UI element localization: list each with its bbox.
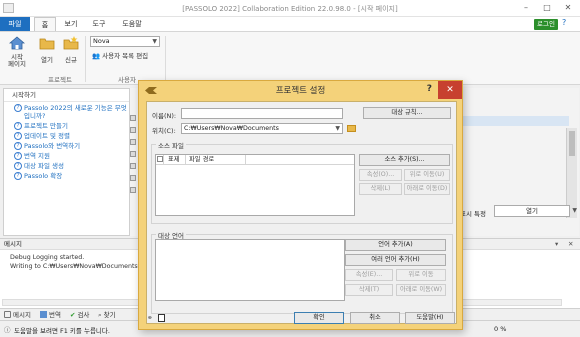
- add-language-button[interactable]: 언어 추가(A): [345, 239, 446, 251]
- page-icon[interactable]: [158, 314, 165, 322]
- start-link-generate-target[interactable]: ? 대상 파일 생성: [14, 162, 129, 170]
- source-list-header: 표제 파일 경로: [156, 155, 354, 165]
- add-multiple-languages-button[interactable]: 여러 언어 추가(H): [345, 254, 446, 266]
- dialog-body: 이름(N): 대상 규칙... 위치(C): C:₩Users₩Nova₩Doc…: [146, 101, 457, 324]
- help-circle-icon: ?: [14, 172, 22, 180]
- start-link-translate[interactable]: ? Passolo와 번역하기: [14, 142, 129, 150]
- tab-help[interactable]: 도움말: [118, 17, 146, 31]
- help-circle-icon: ?: [14, 142, 22, 150]
- column-title[interactable]: 표제: [165, 155, 186, 165]
- language-move-down-button[interactable]: 아래로 이동(W): [396, 284, 446, 296]
- project-settings-dialog: 프로젝트 설정 ? ✕ 이름(N): 대상 규칙... 위치(C): C:₩Us…: [138, 80, 463, 330]
- start-link-translation-support[interactable]: ? 번역 지원: [14, 152, 129, 160]
- home-icon: [8, 36, 26, 50]
- project-group-label: 프로젝트: [48, 76, 72, 84]
- status-hint: 도움말을 보려면 F1 키를 누릅니다.: [14, 327, 110, 335]
- name-label: 이름(N):: [152, 112, 177, 120]
- window-title: [PASSOLO 2022] Collaboration Edition 22.…: [182, 5, 398, 13]
- language-move-up-button[interactable]: 위로 이동: [396, 269, 446, 281]
- tab-home[interactable]: 홈: [34, 17, 56, 31]
- status-info-icon: ⓘ: [4, 326, 11, 334]
- help-icon[interactable]: ?: [562, 18, 572, 28]
- ribbon: 시작 페이지 열기 신규 프로젝트 Nova ▼ 👥 사용자 목록 편집 사용자: [0, 31, 580, 85]
- start-page-button[interactable]: 시작 페이지: [4, 36, 30, 68]
- chevron-down-icon: ▼: [152, 38, 157, 45]
- help-circle-icon: ?: [14, 122, 22, 130]
- chevron-down-icon: ▼: [572, 207, 577, 214]
- select-all-checkbox[interactable]: [156, 155, 164, 165]
- help-circle-icon: ?: [14, 132, 22, 140]
- help-circle-icon: ?: [14, 162, 22, 170]
- new-button[interactable]: 신규: [60, 36, 82, 64]
- show-select[interactable]: 열기 ▼: [494, 205, 577, 217]
- login-button[interactable]: 로그인: [534, 19, 558, 30]
- source-files-list[interactable]: 표제 파일 경로: [155, 154, 355, 216]
- source-properties-button[interactable]: 속성(O)...: [359, 169, 402, 181]
- row-markers: [130, 115, 136, 205]
- dialog-help-button[interactable]: 도움말(H): [405, 312, 455, 324]
- tab-tools[interactable]: 도구: [88, 17, 110, 31]
- source-move-up-button[interactable]: 위로 이동(U): [404, 169, 450, 181]
- user-select-value: Nova: [93, 37, 110, 45]
- ribbon-separator: [165, 36, 166, 82]
- help-circle-icon: ?: [14, 104, 22, 112]
- target-languages-list[interactable]: [155, 239, 345, 301]
- location-select[interactable]: C:₩Users₩Nova₩Documents ▼: [181, 123, 343, 134]
- source-delete-button[interactable]: 삭제(L): [359, 183, 402, 195]
- target-rules-button[interactable]: 대상 규칙...: [363, 107, 451, 119]
- user-list-edit-label: 사용자 목록 편집: [102, 52, 149, 60]
- pin-icon[interactable]: ▾: [555, 240, 558, 248]
- maximize-icon[interactable]: □: [540, 3, 554, 12]
- title-bar: [PASSOLO 2022] Collaboration Edition 22.…: [0, 0, 580, 17]
- source-files-label: 소스 파일: [156, 140, 186, 150]
- cancel-button[interactable]: 취소: [350, 312, 400, 324]
- find-icon: ⌕: [98, 311, 102, 319]
- start-link-create-project[interactable]: ? 프로젝트 만들기: [14, 122, 129, 130]
- user-list-edit-button[interactable]: 👥 사용자 목록 편집: [92, 50, 148, 60]
- tab-view[interactable]: 보기: [60, 17, 82, 31]
- ribbon-separator: [85, 36, 86, 82]
- open-folder-icon: [39, 38, 55, 50]
- dialog-close-button[interactable]: ✕: [438, 81, 462, 99]
- new-project-icon: [63, 36, 79, 50]
- project-name-input[interactable]: [181, 108, 343, 119]
- start-link-update-align[interactable]: ? 업데이트 및 정렬: [14, 132, 129, 140]
- open-button[interactable]: 열기: [36, 36, 58, 64]
- link-icon[interactable]: ⚭: [147, 314, 153, 322]
- start-link-extend[interactable]: ? Passolo 확장: [14, 172, 129, 180]
- start-page-label: 시작 페이지: [8, 53, 26, 68]
- status-progress: 0 %: [494, 325, 507, 333]
- users-icon: 👥: [92, 52, 101, 60]
- show-label: 표시 특정: [460, 210, 486, 218]
- add-source-button[interactable]: 소스 추가(S)...: [359, 154, 450, 166]
- close-icon[interactable]: ✕: [561, 3, 575, 12]
- new-label: 신규: [65, 56, 77, 64]
- start-link-whats-new[interactable]: ? Passolo 2022의 새로운 기능은 무엇입니까?: [14, 104, 129, 120]
- check-icon: ✔: [70, 311, 76, 319]
- dialog-title: 프로젝트 설정: [275, 86, 326, 96]
- start-panel-header: 시작하기: [4, 89, 129, 102]
- dialog-help-icon[interactable]: ?: [427, 84, 432, 94]
- language-properties-button[interactable]: 속성(E)...: [345, 269, 393, 281]
- location-value: C:₩Users₩Nova₩Documents: [184, 125, 279, 132]
- open-label: 열기: [41, 56, 53, 64]
- help-circle-icon: ?: [14, 152, 22, 160]
- close-panel-icon[interactable]: ✕: [568, 240, 573, 248]
- chevron-down-icon: ▼: [335, 125, 340, 132]
- browse-folder-icon[interactable]: [347, 125, 356, 132]
- selected-row-highlight: [462, 116, 569, 126]
- translate-icon: [40, 311, 47, 318]
- minimize-icon[interactable]: –: [519, 3, 533, 12]
- language-delete-button[interactable]: 삭제(T): [345, 284, 393, 296]
- user-group-label: 사용자: [118, 76, 136, 84]
- tab-file[interactable]: 파일: [0, 17, 30, 31]
- start-panel: 시작하기 ? Passolo 2022의 새로운 기능은 무엇입니까? ? 프로젝트…: [3, 88, 130, 236]
- messages-icon: [4, 311, 11, 318]
- source-move-down-button[interactable]: 아래로 이동(D): [404, 183, 450, 195]
- column-file-path[interactable]: 파일 경로: [186, 155, 246, 165]
- user-select[interactable]: Nova ▼: [90, 36, 160, 47]
- location-label: 위치(C):: [152, 127, 176, 135]
- ok-button[interactable]: 확인: [294, 312, 344, 324]
- ribbon-tabs: 파일 홈 보기 도구 도움말 로그인 ?: [0, 17, 580, 31]
